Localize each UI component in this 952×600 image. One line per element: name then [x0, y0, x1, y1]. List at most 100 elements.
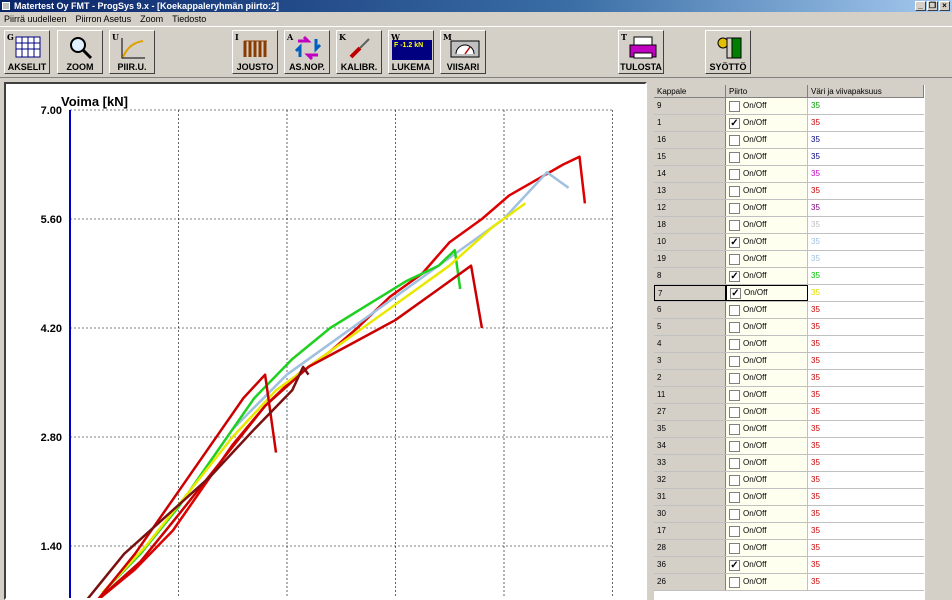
- plot-toggle-cell[interactable]: On/Off: [726, 98, 808, 114]
- plot-checkbox[interactable]: [729, 304, 740, 316]
- plot-toggle-cell[interactable]: On/Off: [726, 404, 808, 420]
- plot-checkbox[interactable]: [729, 219, 740, 231]
- plot-checkbox[interactable]: [729, 474, 740, 486]
- table-row[interactable]: 30 On/Off 35: [654, 506, 924, 523]
- plot-checkbox[interactable]: ✓: [729, 117, 740, 129]
- plot-toggle-cell[interactable]: On/Off: [726, 421, 808, 437]
- plot-checkbox[interactable]: ✓: [729, 236, 740, 248]
- color-width-value[interactable]: 35: [808, 200, 924, 216]
- plot-checkbox[interactable]: [729, 372, 740, 384]
- table-row[interactable]: 15 On/Off 35: [654, 149, 924, 166]
- plot-toggle-cell[interactable]: On/Off: [726, 132, 808, 148]
- table-row[interactable]: 5 On/Off 35: [654, 319, 924, 336]
- color-width-value[interactable]: 35: [808, 115, 924, 131]
- plot-checkbox[interactable]: [729, 508, 740, 520]
- plot-toggle-cell[interactable]: ✓ On/Off: [726, 115, 808, 131]
- akselit-button[interactable]: G AKSELIT: [4, 30, 50, 74]
- table-row[interactable]: 11 On/Off 35: [654, 387, 924, 404]
- table-row[interactable]: 28 On/Off 35: [654, 540, 924, 557]
- color-width-value[interactable]: 35: [808, 166, 924, 182]
- table-row[interactable]: 36 ✓ On/Off 35: [654, 557, 924, 574]
- kalibr-button[interactable]: K KALIBR.: [336, 30, 382, 74]
- plot-checkbox[interactable]: [729, 406, 740, 418]
- table-row[interactable]: 31 On/Off 35: [654, 489, 924, 506]
- syotto-button[interactable]: SYÖTTÖ: [705, 30, 751, 74]
- plot-checkbox[interactable]: [729, 355, 740, 367]
- table-row[interactable]: 18 On/Off 35: [654, 217, 924, 234]
- color-width-value[interactable]: 35: [808, 387, 924, 403]
- plot-toggle-cell[interactable]: On/Off: [726, 200, 808, 216]
- color-width-value[interactable]: 35: [808, 523, 924, 539]
- plot-checkbox[interactable]: [729, 168, 740, 180]
- piiru-button[interactable]: U PIIR.U.: [109, 30, 155, 74]
- color-width-value[interactable]: 35: [808, 506, 924, 522]
- plot-checkbox[interactable]: [729, 202, 740, 214]
- plot-checkbox[interactable]: [729, 542, 740, 554]
- color-width-value[interactable]: 35: [808, 234, 924, 250]
- table-row[interactable]: 27 On/Off 35: [654, 404, 924, 421]
- color-width-value[interactable]: 35: [808, 489, 924, 505]
- table-row[interactable]: 9 On/Off 35: [654, 98, 924, 115]
- plot-checkbox[interactable]: [729, 100, 740, 112]
- color-width-value[interactable]: 35: [808, 98, 924, 114]
- menu-redraw[interactable]: Piirrä uudelleen: [0, 12, 72, 26]
- plot-toggle-cell[interactable]: On/Off: [726, 149, 808, 165]
- close-button[interactable]: ×: [939, 1, 950, 11]
- plot-toggle-cell[interactable]: On/Off: [726, 166, 808, 182]
- color-width-value[interactable]: 35: [808, 183, 924, 199]
- plot-checkbox[interactable]: [729, 321, 740, 333]
- color-width-value[interactable]: 35: [808, 404, 924, 420]
- plot-toggle-cell[interactable]: On/Off: [726, 506, 808, 522]
- plot-toggle-cell[interactable]: On/Off: [726, 472, 808, 488]
- plot-toggle-cell[interactable]: On/Off: [726, 183, 808, 199]
- table-row[interactable]: 33 On/Off 35: [654, 455, 924, 472]
- color-width-value[interactable]: 35: [808, 149, 924, 165]
- table-row[interactable]: 34 On/Off 35: [654, 438, 924, 455]
- zoom-button[interactable]: ZOOM: [57, 30, 103, 74]
- plot-toggle-cell[interactable]: On/Off: [726, 302, 808, 318]
- plot-toggle-cell[interactable]: On/Off: [726, 523, 808, 539]
- table-row[interactable]: 35 On/Off 35: [654, 421, 924, 438]
- plot-checkbox[interactable]: [729, 440, 740, 452]
- table-row[interactable]: 8 ✓ On/Off 35: [654, 268, 924, 285]
- tulosta-button[interactable]: T TULOSTA: [618, 30, 664, 74]
- color-width-value[interactable]: 35: [808, 285, 924, 301]
- viisari-button[interactable]: M VIISARI: [440, 30, 486, 74]
- table-row[interactable]: 3 On/Off 35: [654, 353, 924, 370]
- plot-toggle-cell[interactable]: On/Off: [726, 489, 808, 505]
- color-width-value[interactable]: 35: [808, 574, 924, 590]
- table-row[interactable]: 19 On/Off 35: [654, 251, 924, 268]
- plot-checkbox[interactable]: ✓: [729, 270, 740, 282]
- plot-checkbox[interactable]: ✓: [729, 559, 740, 571]
- color-width-value[interactable]: 35: [808, 540, 924, 556]
- lukema-button[interactable]: W F -1.2 kN LUKEMA: [388, 30, 434, 74]
- color-width-value[interactable]: 35: [808, 268, 924, 284]
- color-width-value[interactable]: 35: [808, 370, 924, 386]
- plot-checkbox[interactable]: ✓: [730, 287, 741, 299]
- table-row[interactable]: 26 On/Off 35: [654, 574, 924, 591]
- plot-toggle-cell[interactable]: On/Off: [726, 319, 808, 335]
- plot-checkbox[interactable]: [729, 253, 740, 265]
- color-width-value[interactable]: 35: [808, 217, 924, 233]
- chart-panel[interactable]: Voima [kN] 7.00 5.60 4.20 2.80 1.40: [4, 82, 647, 600]
- asnop-button[interactable]: A AS.NOP.: [284, 30, 330, 74]
- color-width-value[interactable]: 35: [808, 438, 924, 454]
- plot-checkbox[interactable]: [729, 423, 740, 435]
- plot-checkbox[interactable]: [729, 491, 740, 503]
- table-row[interactable]: 32 On/Off 35: [654, 472, 924, 489]
- menu-zoom[interactable]: Zoom: [136, 12, 168, 26]
- plot-toggle-cell[interactable]: On/Off: [726, 353, 808, 369]
- plot-toggle-cell[interactable]: On/Off: [726, 370, 808, 386]
- plot-checkbox[interactable]: [729, 151, 740, 163]
- plot-toggle-cell[interactable]: On/Off: [726, 336, 808, 352]
- plot-toggle-cell[interactable]: On/Off: [726, 217, 808, 233]
- plot-toggle-cell[interactable]: On/Off: [726, 455, 808, 471]
- plot-checkbox[interactable]: [729, 525, 740, 537]
- table-row[interactable]: 17 On/Off 35: [654, 523, 924, 540]
- color-width-value[interactable]: 35: [808, 455, 924, 471]
- table-row[interactable]: 16 On/Off 35: [654, 132, 924, 149]
- plot-checkbox[interactable]: [729, 134, 740, 146]
- plot-toggle-cell[interactable]: ✓ On/Off: [726, 234, 808, 250]
- restore-button[interactable]: ❐: [927, 1, 938, 11]
- menu-plot-settings[interactable]: Piirron Asetus: [72, 12, 137, 26]
